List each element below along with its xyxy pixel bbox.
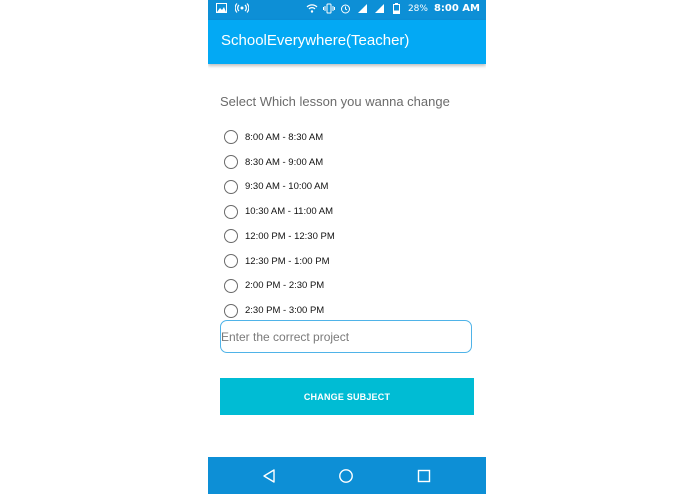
hotspot-icon — [234, 3, 250, 14]
radio-button[interactable] — [224, 229, 238, 244]
radio-button[interactable] — [224, 254, 238, 269]
battery-icon — [391, 3, 402, 14]
lesson-radio-group: 8:00 AM - 8:30 AM 8:30 AM - 9:00 AM 9:30… — [224, 125, 335, 323]
lesson-option-label: 12:30 PM - 1:00 PM — [245, 255, 330, 267]
battery-level: 28% — [407, 3, 428, 14]
lesson-option-label: 2:00 PM - 2:30 PM — [245, 280, 325, 292]
radio-button[interactable] — [224, 204, 238, 219]
lesson-option-label: 8:00 AM - 8:30 AM — [245, 131, 324, 143]
back-icon[interactable] — [259, 466, 279, 486]
app-bar: SchoolEverywhere(Teacher) — [208, 20, 486, 64]
lesson-option[interactable]: 8:00 AM - 8:30 AM — [224, 125, 335, 150]
lesson-option[interactable]: 9:30 AM - 10:00 AM — [224, 175, 335, 200]
navigation-bar — [208, 457, 486, 494]
status-left-icons — [216, 3, 250, 14]
lesson-option-label: 2:30 PM - 3:00 PM — [245, 305, 325, 317]
lesson-option[interactable]: 12:30 PM - 1:00 PM — [224, 249, 335, 274]
home-icon[interactable] — [336, 466, 356, 486]
vibrate-icon — [322, 3, 335, 14]
status-right-icons: 28% 8:00 AM — [306, 3, 480, 14]
lesson-option-label: 8:30 AM - 9:00 AM — [245, 156, 324, 168]
phone-screen: 28% 8:00 AM SchoolEverywhere(Teacher) Se… — [208, 0, 486, 494]
radio-button[interactable] — [224, 155, 238, 170]
project-input[interactable] — [221, 321, 471, 352]
change-subject-button[interactable]: CHANGE SUBJECT — [220, 378, 474, 415]
status-time: 8:00 AM — [433, 3, 480, 14]
lesson-prompt: Select Which lesson you wanna change — [220, 94, 450, 109]
status-bar: 28% 8:00 AM — [208, 0, 486, 20]
wifi-icon — [306, 3, 318, 14]
radio-button[interactable] — [224, 278, 238, 293]
image-icon — [216, 3, 227, 14]
lesson-option[interactable]: 8:30 AM - 9:00 AM — [224, 150, 335, 175]
alarm-icon — [340, 3, 351, 14]
lesson-option[interactable]: 2:00 PM - 2:30 PM — [224, 274, 335, 299]
radio-button[interactable] — [224, 303, 238, 318]
lesson-option[interactable]: 10:30 AM - 11:00 AM — [224, 199, 335, 224]
lesson-option-label: 12:00 PM - 12:30 PM — [245, 230, 335, 242]
radio-button[interactable] — [224, 130, 238, 145]
app-title: SchoolEverywhere(Teacher) — [221, 32, 410, 49]
signal-3g-icon — [357, 3, 368, 14]
lesson-option-label: 10:30 AM - 11:00 AM — [245, 206, 334, 218]
lesson-option[interactable]: 12:00 PM - 12:30 PM — [224, 224, 335, 249]
lesson-option-label: 9:30 AM - 10:00 AM — [245, 181, 329, 193]
radio-button[interactable] — [224, 179, 238, 194]
recent-apps-icon[interactable] — [414, 466, 434, 486]
project-input-container — [220, 320, 472, 353]
signal-icon — [374, 3, 385, 14]
